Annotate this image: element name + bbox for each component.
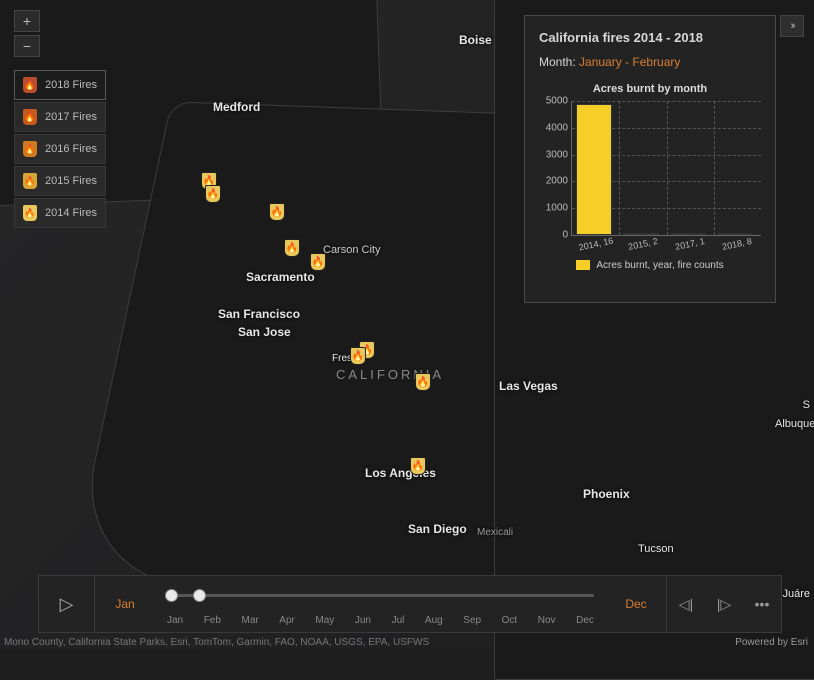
fire-marker[interactable]: 🔥 [205, 185, 221, 203]
y-tick: 5000 [536, 96, 568, 107]
city-phoenix: Phoenix [583, 487, 630, 501]
month-tick: Mar [241, 615, 258, 626]
swatch-icon [576, 260, 590, 270]
city-tucson: Tucson [638, 543, 674, 555]
attribution: Mono County, California State Parks, Esr… [4, 637, 429, 648]
legend-2014[interactable]: 🔥 2014 Fires [14, 198, 106, 228]
city-medford: Medford [213, 100, 260, 114]
month-tick: Dec [576, 615, 594, 626]
month-tick: Jun [355, 615, 371, 626]
y-tick: 0 [536, 230, 568, 241]
chart-legend: Acres burnt, year, fire counts [539, 260, 761, 271]
x-tick: 2015, 2 [617, 234, 668, 254]
month-value: January - February [579, 55, 680, 69]
info-panel: California fires 2014 - 2018 Month: Janu… [524, 15, 776, 303]
fire-marker[interactable]: 🔥 [350, 347, 366, 365]
time-start-label: Jan [95, 597, 155, 611]
y-tick: 3000 [536, 149, 568, 160]
fire-marker[interactable]: 🔥 [415, 373, 431, 391]
step-prev-button[interactable]: ◁| [667, 576, 705, 632]
panel-month: Month: January - February [539, 55, 761, 69]
month-tick: May [315, 615, 334, 626]
shield-icon: 🔥 [23, 205, 37, 221]
fire-marker[interactable]: 🔥 [410, 457, 426, 475]
legend-label: 2015 Fires [45, 175, 97, 187]
chart-bar[interactable] [670, 233, 706, 235]
month-tick: Jul [392, 615, 405, 626]
x-tick: 2014, 16 [570, 234, 621, 254]
fire-marker[interactable]: 🔥 [310, 253, 326, 271]
month-tick: Nov [538, 615, 556, 626]
time-slider: ▷ Jan Jan Feb Mar Apr May Jun Jul Aug Sep Oct Nov D… [38, 575, 782, 633]
track-line [167, 594, 594, 597]
time-track[interactable]: Jan Feb Mar Apr May Jun Jul Aug Sep Oct Nov Dec [155, 576, 606, 632]
chart-legend-label: Acres burnt, year, fire counts [596, 260, 723, 271]
legend-2015[interactable]: 🔥 2015 Fires [14, 166, 106, 196]
legend-2017[interactable]: 🔥 2017 Fires [14, 102, 106, 132]
chart-title: Acres burnt by month [539, 83, 761, 95]
panel-title: California fires 2014 - 2018 [539, 30, 761, 45]
month-label: Month: [539, 55, 576, 69]
y-tick: 2000 [536, 176, 568, 187]
shield-icon: 🔥 [23, 141, 37, 157]
x-tick: 2018, 8 [712, 234, 763, 254]
city-mexicali: Mexicali [477, 527, 513, 538]
step-next-button[interactable]: |▷ [705, 576, 743, 632]
city-san-diego: San Diego [408, 522, 467, 536]
city-boise: Boise [459, 33, 492, 47]
expand-panel-button[interactable]: ›› [780, 15, 804, 37]
legend-label: 2017 Fires [45, 111, 97, 123]
x-tick: 2017, 1 [665, 234, 716, 254]
zoom-out-button[interactable]: − [14, 35, 40, 57]
city-juarez: Juáre [782, 588, 810, 600]
month-tick: Jan [167, 615, 183, 626]
legend-label: 2014 Fires [45, 207, 97, 219]
fire-marker[interactable]: 🔥 [269, 203, 285, 221]
legend-2016[interactable]: 🔥 2016 Fires [14, 134, 106, 164]
legend: 🔥 2018 Fires 🔥 2017 Fires 🔥 2016 Fires 🔥 201… [14, 70, 106, 228]
play-button[interactable]: ▷ [39, 576, 95, 632]
shield-icon: 🔥 [23, 173, 37, 189]
time-handle-start[interactable] [165, 589, 178, 602]
y-tick: 4000 [536, 122, 568, 133]
legend-2018[interactable]: 🔥 2018 Fires [14, 70, 106, 100]
chart-bar[interactable] [576, 104, 612, 235]
fire-marker[interactable]: 🔥 [284, 239, 300, 257]
city-albuquerque: Albuquer [775, 418, 814, 430]
more-button[interactable]: ••• [743, 576, 781, 632]
y-tick: 1000 [536, 203, 568, 214]
chart-bar[interactable] [718, 233, 754, 235]
chart-bar[interactable] [623, 233, 659, 235]
month-tick: Aug [425, 615, 443, 626]
city-sf-marker-s: S [803, 399, 810, 411]
legend-label: 2016 Fires [45, 143, 97, 155]
month-tick: Apr [279, 615, 295, 626]
shield-icon: 🔥 [23, 109, 37, 125]
city-las-vegas: Las Vegas [499, 379, 558, 393]
time-end-label: Dec [606, 597, 666, 611]
month-tick: Feb [204, 615, 221, 626]
month-tick: Oct [502, 615, 518, 626]
legend-label: 2018 Fires [45, 79, 97, 91]
chart: 0100020003000400050002014, 162015, 22017… [571, 101, 761, 236]
city-sacramento: Sacramento [246, 270, 315, 284]
city-san-jose: San Jose [238, 325, 291, 339]
month-tick: Sep [463, 615, 481, 626]
zoom-in-button[interactable]: + [14, 10, 40, 32]
powered-by: Powered by Esri [735, 637, 808, 648]
time-handle-end[interactable] [193, 589, 206, 602]
city-san-francisco: San Francisco [218, 307, 300, 321]
city-carson-city: Carson City [323, 244, 380, 256]
shield-icon: 🔥 [23, 77, 37, 93]
